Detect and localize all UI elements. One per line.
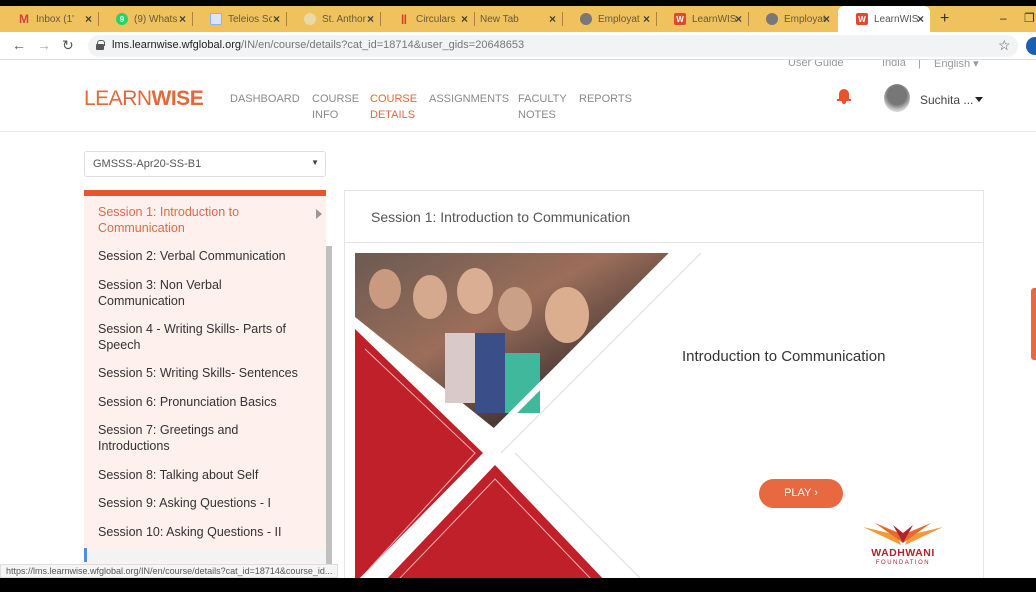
- browser-tab[interactable]: 9 (9) Whats ×: [98, 6, 193, 32]
- session-item[interactable]: Session 5: Writing Skills- Sentences: [98, 365, 308, 381]
- gmail-icon: M: [19, 12, 29, 26]
- wadhwani-wings-icon: [863, 523, 943, 545]
- session-list: Session 1: Introduction to Communication…: [84, 190, 326, 566]
- close-tab-icon[interactable]: ×: [273, 12, 280, 26]
- learnwise-icon: W: [674, 13, 686, 25]
- batch-select[interactable]: GMSSS-Apr20-SS-B1 ▼: [84, 151, 326, 177]
- play-button[interactable]: PLAY ›: [759, 479, 843, 508]
- session-item[interactable]: Session 8: Talking about Self: [98, 467, 308, 483]
- browser-toolbar: ← → ↻ lms.learnwise.wfglobal.org/IN/en/c…: [0, 32, 1036, 60]
- learnwise-logo[interactable]: LEARNWISE: [84, 87, 204, 111]
- circulars-icon: ‖: [400, 11, 408, 27]
- session-item-active[interactable]: Session 1: Introduction to Communication: [98, 204, 322, 236]
- profile-avatar[interactable]: [1026, 37, 1036, 55]
- close-tab-icon[interactable]: ×: [461, 12, 468, 26]
- scrollbar-thumb[interactable]: [326, 246, 332, 566]
- session-item[interactable]: Session 10: Asking Questions - II: [98, 524, 308, 540]
- browser-tab[interactable]: New Tab ×: [474, 6, 563, 32]
- session-item[interactable]: Session 4 - Writing Skills- Parts of Spe…: [98, 321, 298, 353]
- browser-tab[interactable]: Teleios Sc ×: [192, 6, 287, 32]
- browser-tab-strip: M Inbox (1' × 9 (9) Whats × Teleios Sc ×…: [0, 6, 1036, 32]
- chevron-down-icon: ▼: [311, 158, 319, 167]
- slide-title: Introduction to Communication: [682, 348, 886, 365]
- util-separator: |: [918, 60, 921, 69]
- nav-assignments[interactable]: ASSIGNMENTS: [429, 91, 509, 107]
- user-guide-link[interactable]: User Guide: [788, 60, 844, 69]
- url-text[interactable]: lms.learnwise.wfglobal.org/IN/en/course/…: [112, 39, 524, 51]
- session-item[interactable]: Session 7: Greetings and Introductions: [98, 422, 258, 454]
- site-header: User Guide India | English ▾ LEARNWISE D…: [0, 60, 1036, 132]
- session-item[interactable]: Session 2: Verbal Communication: [98, 248, 308, 264]
- reload-icon[interactable]: ↻: [62, 37, 74, 54]
- page: User Guide India | English ▾ LEARNWISE D…: [0, 60, 1036, 578]
- session-video-thumbnail[interactable]: Introduction to Communication PLAY › WAD…: [355, 253, 975, 578]
- nav-course-info[interactable]: COURSE INFO: [312, 91, 359, 123]
- country-selector[interactable]: India: [882, 60, 906, 69]
- back-icon[interactable]: ←: [12, 37, 26, 53]
- feedback-edge-tab[interactable]: [1031, 288, 1036, 360]
- session-list-hscrollbar[interactable]: [84, 548, 326, 562]
- learnwise-icon: W: [856, 13, 868, 25]
- panel-title: Session 1: Introduction to Communication: [345, 191, 983, 243]
- nav-dashboard[interactable]: DASHBOARD: [230, 91, 300, 107]
- close-tab-icon[interactable]: ×: [643, 12, 650, 26]
- browser-tab[interactable]: M Inbox (1' ×: [0, 6, 99, 32]
- session-item[interactable]: Session 3: Non Verbal Communication: [98, 277, 248, 309]
- user-menu-caret-icon[interactable]: [975, 97, 983, 102]
- close-tab-icon[interactable]: ×: [735, 12, 742, 26]
- close-tab-icon[interactable]: ×: [85, 12, 92, 26]
- nav-reports[interactable]: REPORTS: [579, 91, 632, 107]
- lock-icon: [96, 40, 105, 50]
- close-tab-icon[interactable]: ×: [823, 12, 830, 26]
- hscrollbar-thumb[interactable]: [84, 548, 87, 562]
- language-selector[interactable]: English ▾: [934, 60, 979, 70]
- screen: M Inbox (1' × 9 (9) Whats × Teleios Sc ×…: [0, 0, 1036, 592]
- globe-icon: [580, 13, 592, 25]
- notification-bell-icon[interactable]: [837, 88, 851, 104]
- user-name[interactable]: Suchita ...: [920, 93, 973, 107]
- browser-tab[interactable]: St. Anthor ×: [286, 6, 381, 32]
- restore-button[interactable]: ❐: [1024, 11, 1035, 25]
- play-arrow-icon: [316, 209, 322, 219]
- session-content-panel: Session 1: Introduction to Communication: [344, 190, 984, 578]
- browser-tab-active[interactable]: W LearnWIS ×: [838, 6, 930, 32]
- address-bar[interactable]: lms.learnwise.wfglobal.org/IN/en/course/…: [88, 35, 1018, 57]
- wadhwani-foundation-logo: WADHWANI FOUNDATION: [861, 523, 945, 573]
- close-tab-icon[interactable]: ×: [549, 12, 556, 26]
- browser-tab[interactable]: Employat ×: [748, 6, 836, 32]
- browser-tab[interactable]: ‖ Circulars ×: [380, 6, 475, 32]
- browser-tab[interactable]: W LearnWIS ×: [656, 6, 749, 32]
- nav-faculty-notes[interactable]: FACULTY NOTES: [518, 91, 567, 123]
- close-tab-icon[interactable]: ×: [367, 12, 374, 26]
- close-tab-icon[interactable]: ×: [179, 12, 186, 26]
- whatsapp-icon: 9: [116, 13, 128, 25]
- globe-icon: [766, 13, 778, 25]
- forward-icon[interactable]: →: [37, 37, 51, 53]
- session-list-scrollbar[interactable]: [326, 246, 332, 566]
- school-crest-icon: [304, 13, 316, 25]
- user-avatar[interactable]: [884, 84, 910, 112]
- session-item[interactable]: Session 9: Asking Questions - I: [98, 495, 308, 511]
- browser-status-bar: https://lms.learnwise.wfglobal.org/IN/en…: [0, 564, 339, 578]
- new-tab-button[interactable]: +: [940, 10, 949, 28]
- nav-course-details[interactable]: COURSE DETAILS: [370, 91, 417, 123]
- document-icon: [210, 13, 222, 25]
- minimize-button[interactable]: –: [1000, 11, 1007, 25]
- close-tab-icon[interactable]: ×: [917, 12, 924, 26]
- session-item[interactable]: Session 6: Pronunciation Basics: [98, 394, 308, 410]
- browser-tab[interactable]: Employat ×: [562, 6, 657, 32]
- bookmark-star-icon[interactable]: ☆: [998, 37, 1011, 54]
